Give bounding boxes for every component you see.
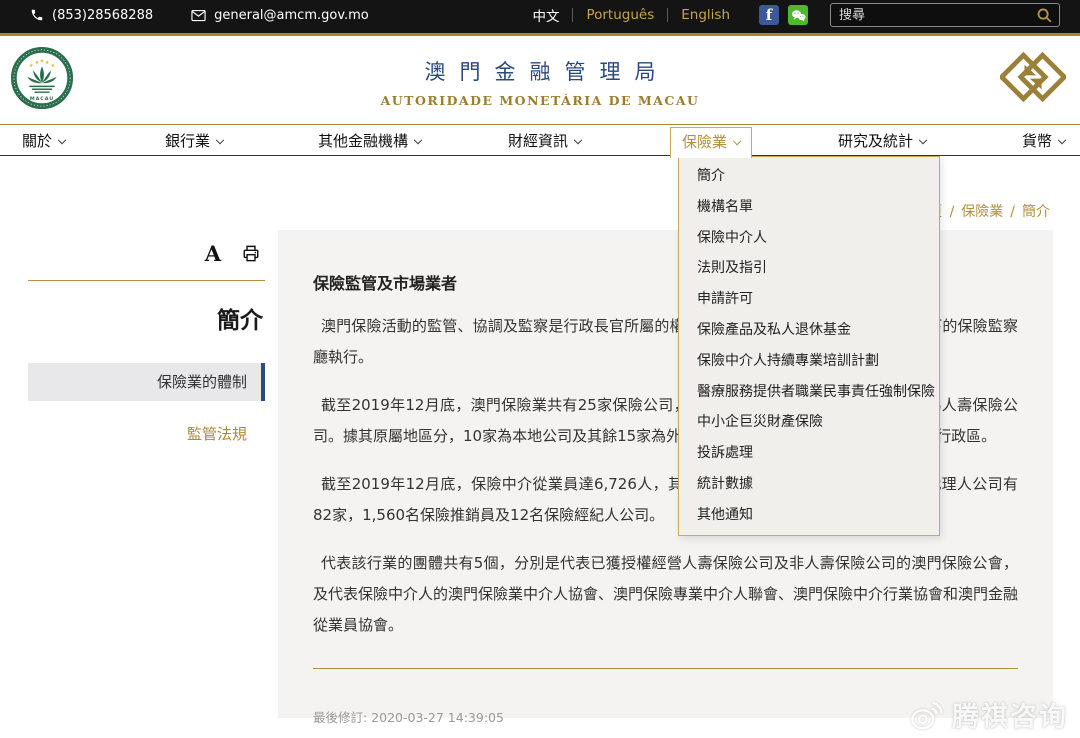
site-title-portuguese: AUTORIDADE MONETÁRIA DE MACAU (381, 93, 700, 108)
chevron-down-icon (414, 136, 422, 144)
chevron-down-icon (919, 136, 927, 144)
breadcrumb-current: 簡介 (1022, 204, 1050, 220)
search-icon (1036, 7, 1053, 24)
phone-number: (853)28568288 (52, 8, 153, 23)
search-button[interactable] (1036, 7, 1059, 24)
dropdown-item-other-notices[interactable]: 其他通知 (679, 500, 939, 531)
email-address[interactable]: general@amcm.gov.mo (214, 8, 369, 23)
print-icon[interactable] (241, 244, 261, 263)
phone-icon (30, 8, 44, 22)
site-title-chinese: 澳門金融管理局 (381, 56, 714, 86)
email-contact[interactable]: general@amcm.gov.mo (191, 8, 369, 23)
svg-text:★: ★ (40, 59, 45, 65)
amcm-logo (1000, 48, 1066, 106)
lang-zh[interactable]: 中文 (519, 5, 572, 25)
search-input[interactable] (831, 8, 1036, 23)
dropdown-item-intro[interactable]: 簡介 (679, 161, 939, 192)
nav-item-financial-info[interactable]: 財經資訊 (508, 125, 581, 157)
lang-pt[interactable]: Português (573, 7, 667, 23)
page-tools: A (28, 240, 265, 266)
nav-item-currency[interactable]: 貨幣 (1022, 125, 1065, 157)
nav-item-about[interactable]: 關於 (22, 125, 65, 157)
search-box (830, 3, 1060, 27)
dropdown-item-insurance-intermediaries[interactable]: 保險中介人 (679, 223, 939, 254)
dropdown-item-medical-liability-insurance[interactable]: 醫療服務提供者職業民事責任強制保險 (679, 377, 939, 408)
wechat-icon[interactable] (788, 5, 808, 25)
nav-item-insurance[interactable]: 保險業 (670, 127, 752, 158)
chevron-down-icon (58, 136, 66, 144)
content-paragraph: 代表該行業的團體共有5個，分別是代表已獲授權經營人壽保險公司及非人壽保險公司的澳… (313, 548, 1018, 641)
phone-contact: (853)28568288 (30, 8, 153, 23)
dropdown-item-rules-guidelines[interactable]: 法則及指引 (679, 253, 939, 284)
sidebar-section-title: 簡介 (28, 301, 265, 335)
breadcrumb-separator: / (1003, 204, 1022, 220)
chevron-down-icon (733, 137, 741, 145)
svg-text:★: ★ (29, 63, 34, 69)
emblem-caption: MACAU (30, 96, 54, 102)
nav-item-banking[interactable]: 銀行業 (165, 125, 223, 157)
breadcrumb-separator: / (943, 204, 962, 220)
svg-text:★: ★ (35, 60, 40, 66)
sidebar-item-insurance-system[interactable]: 保險業的體制 (28, 363, 265, 401)
dropdown-item-products-pension-funds[interactable]: 保險產品及私人退休基金 (679, 315, 939, 346)
font-size-button[interactable]: A (205, 243, 221, 264)
site-header: ★★★ ★★ MACAU 澳門金融管理局 AUTORIDADE MONETÁRI… (0, 36, 1080, 124)
macau-government-emblem[interactable]: ★★★ ★★ MACAU (10, 46, 74, 110)
topbar-right-group: 中文 Português English f (519, 3, 1060, 27)
last-modified-timestamp: 最後修訂: 2020-03-27 14:39:05 (313, 707, 1018, 726)
left-sidebar: A 簡介 保險業的體制 監管法規 (28, 240, 265, 444)
dropdown-item-statistics[interactable]: 統計數據 (679, 469, 939, 500)
top-utility-bar: (853)28568288 general@amcm.gov.mo 中文 Por… (0, 0, 1080, 36)
sidebar-divider (28, 280, 265, 281)
dropdown-item-institutions-list[interactable]: 機構名單 (679, 192, 939, 223)
dropdown-item-sme-catastrophe-insurance[interactable]: 中小企巨災財產保險 (679, 407, 939, 438)
nav-item-other-financial-institutions[interactable]: 其他金融機構 (318, 125, 421, 157)
chevron-down-icon (1058, 136, 1066, 144)
breadcrumb-insurance[interactable]: 保險業 (961, 204, 1003, 220)
dropdown-item-cpd-programme[interactable]: 保險中介人持續專業培訓計劃 (679, 346, 939, 377)
insurance-dropdown-menu: 簡介 機構名單 保險中介人 法則及指引 申請許可 保險產品及私人退休基金 保險中… (678, 156, 940, 536)
dropdown-item-complaints[interactable]: 投訴處理 (679, 438, 939, 469)
chevron-down-icon (216, 136, 224, 144)
content-divider (313, 668, 1018, 669)
main-nav: 關於 銀行業 其他金融機構 財經資訊 保險業 研究及統計 貨幣 (0, 124, 1080, 156)
nav-item-research-statistics[interactable]: 研究及統計 (838, 125, 926, 157)
svg-text:★: ★ (51, 63, 56, 69)
sidebar-item-regulations[interactable]: 監管法規 (28, 423, 265, 444)
site-title-block: 澳門金融管理局 AUTORIDADE MONETÁRIA DE MACAU (381, 56, 700, 108)
envelope-icon (191, 9, 206, 22)
svg-text:★: ★ (45, 60, 50, 66)
chevron-down-icon (574, 136, 582, 144)
dropdown-item-licensing[interactable]: 申請許可 (679, 284, 939, 315)
lang-en[interactable]: English (668, 7, 743, 23)
facebook-icon[interactable]: f (759, 5, 779, 25)
